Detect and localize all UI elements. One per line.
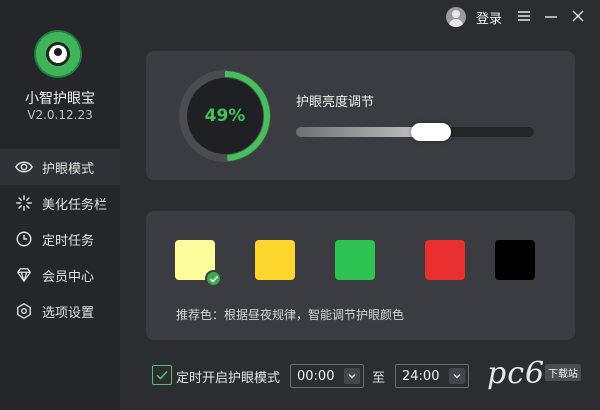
menu-icon[interactable] [516,8,532,24]
chevron-down-icon [449,368,465,384]
sidebar-item-membership[interactable]: 会员中心 [0,257,120,293]
sidebar-item-eye-mode[interactable]: 护眼模式 [0,149,120,185]
app-name: 小智护眼宝 [25,91,95,107]
sidebar-item-label: 选项设置 [42,305,95,321]
sidebar: 小智护眼宝 V2.0.12.23 护眼模式 美化任务栏 定时任务 会员中心 选项… [0,0,120,410]
eye-icon [14,157,34,177]
app-version: V2.0.12.23 [27,108,93,122]
diamond-icon [14,265,34,285]
sidebar-item-label: 护眼模式 [42,161,95,177]
brightness-slider[interactable] [296,123,534,141]
sidebar-item-label: 定时任务 [42,233,95,249]
watermark-badge: 下载站 [545,364,581,381]
start-time-value: 00:00 [297,368,335,384]
to-label: 至 [372,371,386,386]
sparkle-icon [14,193,34,213]
slider-thumb[interactable] [411,123,451,141]
schedule-label: 定时开启护眼模式 [176,371,281,386]
clock-icon [14,229,34,249]
sidebar-item-label: 会员中心 [42,269,95,285]
swatch-yellow[interactable] [255,240,295,280]
end-time-select[interactable]: 24:00 [395,364,469,388]
login-link[interactable]: 登录 [476,8,502,27]
settings-icon [14,301,34,321]
sidebar-item-label: 美化任务栏 [42,197,108,213]
check-icon [205,270,222,287]
swatch-green[interactable] [335,240,375,280]
close-icon[interactable] [570,8,586,24]
chevron-down-icon [344,368,360,384]
end-time-value: 24:00 [402,368,440,384]
watermark-logo: pc6 [487,356,546,391]
check-icon [156,370,168,380]
avatar[interactable] [446,7,466,27]
recommend-text: 推荐色：根据昼夜规律，智能调节护眼颜色 [176,308,405,322]
sidebar-item-settings[interactable]: 选项设置 [0,293,120,329]
sidebar-item-taskbar[interactable]: 美化任务栏 [0,185,120,221]
minimize-icon[interactable] [543,8,559,24]
start-time-select[interactable]: 00:00 [290,364,364,388]
schedule-checkbox[interactable] [152,365,172,385]
swatch-light-yellow[interactable] [175,240,222,287]
sidebar-item-timer[interactable]: 定时任务 [0,221,120,257]
eye-logo-icon [34,30,82,78]
swatch-black[interactable] [495,240,535,280]
brightness-percent: 49% [204,106,246,126]
brightness-label: 护眼亮度调节 [296,95,375,110]
swatch-red[interactable] [425,240,465,280]
